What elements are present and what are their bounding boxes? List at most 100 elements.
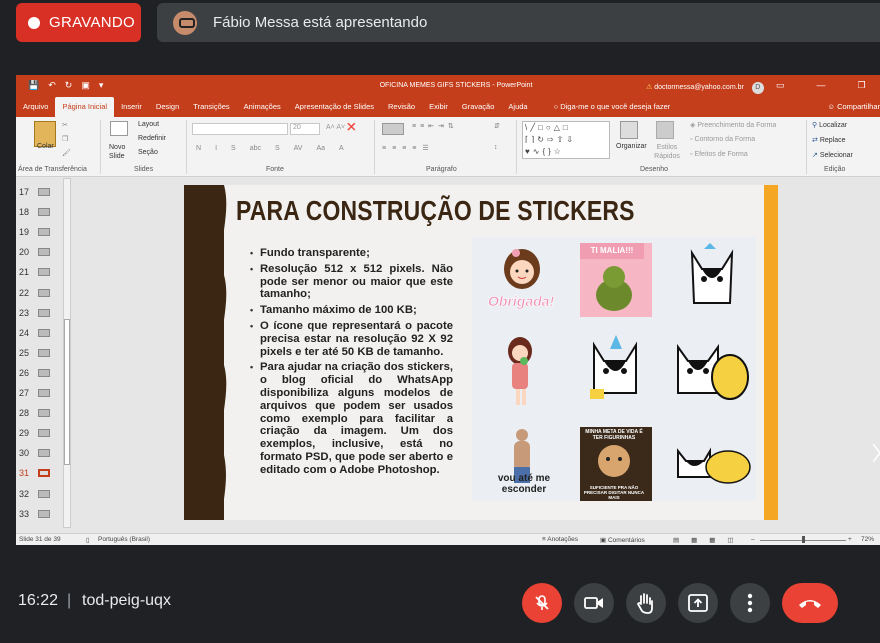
slide-thumbnail-24[interactable]: 24 — [19, 323, 51, 343]
tab-apresenta-o-de-slides[interactable]: Apresentação de Slides — [288, 97, 381, 117]
font-format-button[interactable]: A — [339, 145, 344, 152]
new-slide-icon[interactable] — [110, 121, 128, 136]
meeting-time: 16:22 — [18, 592, 59, 609]
quick-styles-icon[interactable] — [656, 121, 674, 139]
slide-thumbnail-27[interactable]: 27 — [19, 383, 51, 403]
more-options-button[interactable] — [730, 583, 770, 623]
raise-hand-button[interactable] — [626, 583, 666, 623]
slide-thumbnail-22[interactable]: 22 — [19, 283, 51, 303]
maximize-icon[interactable]: ❐ — [858, 80, 866, 91]
paste-label[interactable]: Colar — [37, 143, 54, 150]
slide-thumbnail-20[interactable]: 20 — [19, 242, 51, 262]
camera-toggle-button[interactable] — [574, 583, 614, 623]
ribbon-display-icon[interactable]: ▭ — [776, 80, 785, 91]
tab-anima-es[interactable]: Animações — [237, 97, 288, 117]
font-format-button[interactable]: N — [196, 145, 201, 152]
shape-outline-button[interactable]: ▫ Contorno da Forma — [690, 136, 755, 143]
tab-ajuda[interactable]: Ajuda — [501, 97, 534, 117]
mic-toggle-button[interactable] — [522, 583, 562, 623]
select-button[interactable]: ↗ Selecionar — [812, 151, 853, 159]
zoom-in-button[interactable]: + — [848, 536, 852, 543]
tab-exibir[interactable]: Exibir — [422, 97, 455, 117]
tab-design[interactable]: Design — [149, 97, 186, 117]
slide-thumbnail-32[interactable]: 32 — [19, 484, 51, 504]
notes-button[interactable]: ≡ Anotações — [542, 536, 578, 543]
slide-thumbnail-33[interactable]: 33 — [19, 504, 51, 524]
font-format-button[interactable]: S — [275, 145, 280, 152]
slide-thumbnail-19[interactable]: 19 — [19, 222, 51, 242]
grow-font-icon[interactable]: A˄ A˅ ❌ — [326, 123, 356, 131]
group-paragraph: Parágrafo — [426, 166, 457, 173]
section-button[interactable]: Seção — [138, 149, 158, 156]
tab-transi-es[interactable]: Transições — [186, 97, 236, 117]
slide-number: 29 — [19, 428, 30, 439]
view-buttons[interactable]: ▤▦▦◫ — [673, 536, 746, 544]
font-format-button[interactable]: Aa — [316, 145, 325, 152]
new-slide-button[interactable]: Novo Slide — [109, 143, 133, 161]
language-status[interactable]: Português (Brasil) — [98, 536, 150, 543]
leave-call-button[interactable] — [782, 583, 838, 623]
text-direction-icon[interactable]: ⇵ — [494, 122, 500, 130]
bullets-icon[interactable] — [382, 123, 404, 135]
minimize-icon[interactable]: — — [817, 80, 826, 91]
zoom-out-button[interactable]: – — [751, 536, 755, 543]
layout-button[interactable]: Layout — [138, 121, 159, 128]
thumbnails-scroll-thumb[interactable] — [64, 319, 70, 465]
select-label: Selecionar — [819, 152, 853, 159]
meeting-code[interactable]: tod-peig-uqx — [82, 592, 171, 610]
align-text-icon[interactable]: ↕ — [494, 144, 498, 151]
tab-arquivo[interactable]: Arquivo — [16, 97, 55, 117]
arrange-button[interactable]: Organizar — [616, 143, 647, 150]
slide-thumbnail-31[interactable]: 31 — [19, 463, 51, 483]
slide-thumbnail-28[interactable]: 28 — [19, 403, 51, 423]
spellcheck-icon[interactable]: ▯ — [86, 536, 90, 544]
present-now-button[interactable] — [678, 583, 718, 623]
arrange-icon[interactable] — [620, 121, 638, 139]
tab-p-gina-inicial[interactable]: Página Inicial — [55, 97, 115, 117]
font-format-button[interactable]: I — [215, 145, 217, 152]
slide-thumbnail-17[interactable]: 17 — [19, 182, 51, 202]
font-format-buttons: N I Sabc S AV Aa A — [196, 145, 344, 152]
tab-grava-o[interactable]: Gravação — [455, 97, 502, 117]
font-family-input[interactable] — [192, 123, 288, 135]
zoom-level[interactable]: 72% — [861, 536, 874, 543]
tab-inserir[interactable]: Inserir — [114, 97, 149, 117]
slide-thumbnail-18[interactable]: 18 — [19, 202, 51, 222]
present-from-start-icon[interactable]: ▣ — [81, 80, 90, 91]
undo-icon[interactable]: ↶ — [48, 80, 56, 91]
shapes-gallery[interactable]: \╱□○△□ ⌈⌉↻⇨⇧⇩ ♥∿{}☆ — [522, 121, 610, 159]
tell-me-search[interactable]: ○ Diga-me o que você deseja fazer — [547, 97, 678, 117]
tab-revis-o[interactable]: Revisão — [381, 97, 422, 117]
reset-button[interactable]: Redefinir — [138, 135, 166, 142]
slide-thumbnail-25[interactable]: 25 — [19, 343, 51, 363]
share-button[interactable]: ☺ Compartilhar — [827, 102, 880, 111]
current-slide[interactable]: PARA CONSTRUÇÃO DE STICKERS Fundo transp… — [184, 185, 778, 520]
slide-thumbnail-23[interactable]: 23 — [19, 303, 51, 323]
slide-wave-edge — [212, 185, 227, 520]
quick-styles-button[interactable]: Estilos Rápidos — [650, 143, 684, 161]
user-account[interactable]: ⚠ doctormessa@yahoo.com.br D — [646, 82, 764, 94]
find-button[interactable]: ⚲ Localizar — [812, 121, 847, 129]
redo-icon[interactable]: ↻ — [65, 80, 73, 91]
font-format-button[interactable]: abc — [250, 145, 261, 152]
shape-fill-button[interactable]: ◈ Preenchimento da Forma — [690, 121, 776, 129]
shape-outline-label: Contorno da Forma — [694, 136, 756, 143]
slide-thumbnail-26[interactable]: 26 — [19, 363, 51, 383]
font-format-button[interactable]: AV — [294, 145, 303, 152]
customize-toolbar-icon[interactable]: ▾ — [99, 80, 104, 91]
font-format-button[interactable]: S — [231, 145, 236, 152]
comments-button[interactable]: ▣ Comentários — [600, 536, 645, 544]
slide-thumbnail-21[interactable]: 21 — [19, 262, 51, 282]
zoom-slider-thumb[interactable] — [802, 536, 805, 543]
slide-thumbnail-image — [38, 248, 51, 257]
slide-thumbnail-29[interactable]: 29 — [19, 423, 51, 443]
copy-icon[interactable]: ❐ — [62, 135, 68, 143]
replace-button[interactable]: ⇄ Replace — [812, 136, 846, 144]
replace-label: Replace — [819, 137, 846, 144]
cut-icon[interactable]: ✂ — [62, 121, 68, 129]
format-painter-icon[interactable]: 🖌 — [62, 149, 71, 157]
shape-effects-button[interactable]: ▫ Efeitos de Forma — [690, 151, 748, 158]
save-icon[interactable]: 💾 — [28, 80, 39, 91]
slide-thumbnail-30[interactable]: 30 — [19, 443, 51, 463]
font-size-input[interactable]: 20 — [290, 123, 320, 135]
